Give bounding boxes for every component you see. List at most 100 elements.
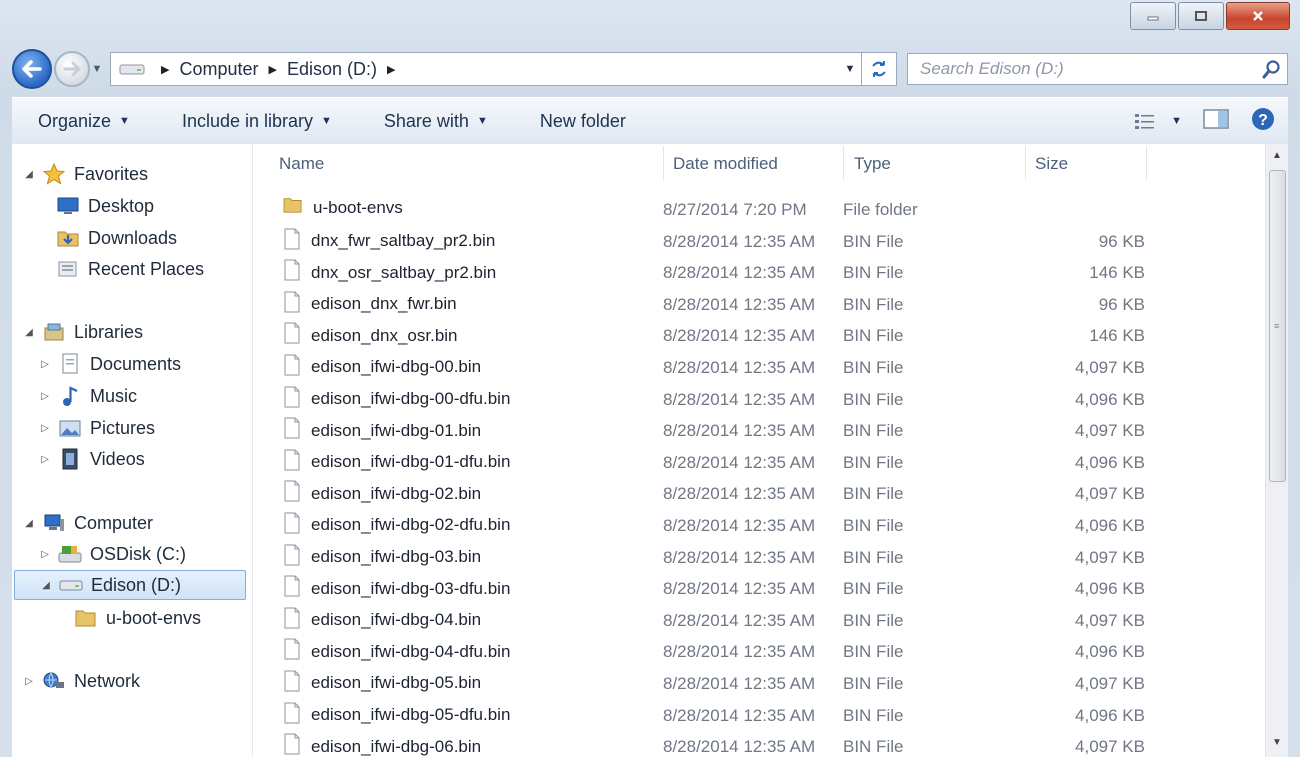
collapse-arrow-icon[interactable]: ◢: [24, 169, 34, 180]
nav-downloads[interactable]: Downloads: [56, 223, 177, 253]
collapse-arrow-icon[interactable]: ◢: [24, 327, 34, 338]
expand-arrow-icon[interactable]: ▷: [40, 359, 50, 370]
column-header-name[interactable]: Name: [279, 154, 324, 174]
refresh-button[interactable]: [862, 52, 897, 86]
file-type: BIN File: [843, 452, 904, 472]
file-row[interactable]: u-boot-envs 8/27/2014 7:20 PM File folder: [253, 192, 1288, 224]
file-name-cell[interactable]: edison_ifwi-dbg-00.bin: [283, 354, 481, 381]
nav-videos[interactable]: ▷ Videos: [40, 444, 145, 474]
file-name-cell[interactable]: edison_ifwi-dbg-03-dfu.bin: [283, 575, 510, 602]
nav-pictures[interactable]: ▷ Pictures: [40, 413, 155, 443]
minimize-button[interactable]: [1130, 2, 1176, 30]
breadcrumb-separator[interactable]: ▶: [161, 63, 169, 76]
include-in-library-menu[interactable]: Include in library ▼: [156, 111, 358, 132]
file-name-cell[interactable]: edison_ifwi-dbg-00-dfu.bin: [283, 386, 510, 413]
nav-computer[interactable]: ◢ Computer: [24, 508, 153, 538]
expand-arrow-icon[interactable]: ▷: [40, 391, 50, 402]
collapse-arrow-icon[interactable]: ◢: [41, 580, 51, 591]
search-button[interactable]: [1257, 59, 1287, 79]
file-row[interactable]: edison_dnx_fwr.bin 8/28/2014 12:35 AM BIN …: [253, 287, 1288, 319]
column-divider[interactable]: [1025, 146, 1026, 180]
preview-pane-button[interactable]: [1202, 108, 1230, 135]
file-name-cell[interactable]: edison_ifwi-dbg-04-dfu.bin: [283, 638, 510, 665]
share-with-menu[interactable]: Share with ▼: [358, 111, 514, 132]
file-row[interactable]: edison_ifwi-dbg-05-dfu.bin 8/28/2014 12:3…: [253, 698, 1288, 730]
expand-arrow-icon[interactable]: ▷: [24, 676, 34, 687]
file-row[interactable]: edison_ifwi-dbg-02.bin 8/28/2014 12:35 AM…: [253, 476, 1288, 508]
nav-documents[interactable]: ▷ Documents: [40, 349, 181, 379]
nav-desktop[interactable]: Desktop: [56, 191, 154, 221]
file-name-cell[interactable]: edison_ifwi-dbg-02-dfu.bin: [283, 512, 510, 539]
file-name-cell[interactable]: dnx_fwr_saltbay_pr2.bin: [283, 228, 495, 255]
help-button[interactable]: ?: [1250, 106, 1276, 137]
file-row[interactable]: edison_ifwi-dbg-04-dfu.bin 8/28/2014 12:3…: [253, 634, 1288, 666]
organize-menu[interactable]: Organize ▼: [12, 111, 156, 132]
file-row[interactable]: dnx_osr_saltbay_pr2.bin 8/28/2014 12:35 A…: [253, 255, 1288, 287]
column-divider[interactable]: [1146, 146, 1147, 180]
file-name-cell[interactable]: edison_ifwi-dbg-03.bin: [283, 544, 481, 571]
nav-recent-places[interactable]: Recent Places: [56, 254, 204, 284]
file-name-cell[interactable]: u-boot-envs: [283, 196, 403, 219]
expand-arrow-icon[interactable]: ▷: [40, 454, 50, 465]
file-row[interactable]: edison_ifwi-dbg-01.bin 8/28/2014 12:35 AM…: [253, 413, 1288, 445]
nav-music[interactable]: ▷ Music: [40, 381, 137, 411]
back-button[interactable]: [12, 49, 52, 89]
file-row[interactable]: edison_ifwi-dbg-01-dfu.bin 8/28/2014 12:3…: [253, 445, 1288, 477]
nav-libraries[interactable]: ◢ Libraries: [24, 317, 143, 347]
change-view-button[interactable]: ▼: [1133, 111, 1182, 131]
collapse-arrow-icon[interactable]: ◢: [24, 518, 34, 529]
file-row[interactable]: dnx_fwr_saltbay_pr2.bin 8/28/2014 12:35 A…: [253, 224, 1288, 256]
file-row[interactable]: edison_ifwi-dbg-06.bin 8/28/2014 12:35 AM…: [253, 729, 1288, 757]
breadcrumb-edison[interactable]: Edison (D:): [287, 59, 377, 80]
file-name-cell[interactable]: edison_ifwi-dbg-02.bin: [283, 480, 481, 507]
file-name-cell[interactable]: edison_dnx_osr.bin: [283, 322, 458, 349]
nav-u-boot-envs[interactable]: u-boot-envs: [74, 603, 201, 633]
file-row[interactable]: edison_ifwi-dbg-04.bin 8/28/2014 12:35 AM…: [253, 603, 1288, 635]
column-header-size[interactable]: Size: [1035, 154, 1068, 174]
file-name-cell[interactable]: edison_ifwi-dbg-01-dfu.bin: [283, 449, 510, 476]
file-row[interactable]: edison_ifwi-dbg-02-dfu.bin 8/28/2014 12:3…: [253, 508, 1288, 540]
organize-label: Organize: [38, 110, 112, 131]
recent-pages-dropdown[interactable]: ▼: [90, 54, 104, 84]
breadcrumb-separator[interactable]: ▶: [269, 63, 277, 76]
search-input[interactable]: [918, 58, 1257, 80]
vertical-scrollbar[interactable]: ▲ ≡ ▼: [1265, 144, 1288, 757]
file-row[interactable]: edison_ifwi-dbg-03-dfu.bin 8/28/2014 12:3…: [253, 571, 1288, 603]
address-bar[interactable]: ▶ Computer ▶ Edison (D:) ▶ ▼: [110, 52, 862, 86]
maximize-button[interactable]: [1178, 2, 1224, 30]
file-name-cell[interactable]: edison_ifwi-dbg-01.bin: [283, 417, 481, 444]
file-row[interactable]: edison_ifwi-dbg-00-dfu.bin 8/28/2014 12:3…: [253, 382, 1288, 414]
file-name-cell[interactable]: dnx_osr_saltbay_pr2.bin: [283, 259, 496, 286]
column-header-type[interactable]: Type: [854, 154, 891, 174]
nav-osdisk[interactable]: ▷ OSDisk (C:): [40, 539, 186, 569]
file-name-cell[interactable]: edison_ifwi-dbg-05.bin: [283, 670, 481, 697]
file-name: u-boot-envs: [313, 197, 403, 217]
column-divider[interactable]: [663, 146, 664, 180]
file-row[interactable]: edison_dnx_osr.bin 8/28/2014 12:35 AM BIN …: [253, 318, 1288, 350]
nav-edison[interactable]: ◢ Edison (D:): [14, 570, 246, 600]
expand-arrow-icon[interactable]: ▷: [40, 423, 50, 434]
address-history-dropdown[interactable]: ▼: [838, 53, 861, 85]
file-name-cell[interactable]: edison_dnx_fwr.bin: [283, 291, 457, 318]
column-header-date-modified[interactable]: Date modified: [673, 154, 778, 174]
scroll-up-arrow-icon[interactable]: ▲: [1266, 146, 1288, 166]
expand-arrow-icon[interactable]: ▷: [40, 549, 50, 560]
close-button[interactable]: [1226, 2, 1290, 30]
breadcrumb-separator[interactable]: ▶: [387, 63, 395, 76]
forward-button[interactable]: [54, 51, 90, 87]
nav-network[interactable]: ▷ Network: [24, 666, 140, 696]
scrollbar-thumb[interactable]: ≡: [1269, 170, 1286, 482]
scroll-down-arrow-icon[interactable]: ▼: [1266, 733, 1288, 753]
breadcrumb-computer[interactable]: Computer: [179, 59, 258, 80]
file-row[interactable]: edison_ifwi-dbg-00.bin 8/28/2014 12:35 AM…: [253, 350, 1288, 382]
new-folder-button[interactable]: New folder: [514, 111, 652, 132]
file-icon: [283, 417, 301, 444]
file-row[interactable]: edison_ifwi-dbg-03.bin 8/28/2014 12:35 AM…: [253, 540, 1288, 572]
file-name-cell[interactable]: edison_ifwi-dbg-04.bin: [283, 607, 481, 634]
column-divider[interactable]: [843, 146, 844, 180]
file-name-cell[interactable]: edison_ifwi-dbg-05-dfu.bin: [283, 702, 510, 729]
file-name-cell[interactable]: edison_ifwi-dbg-06.bin: [283, 733, 481, 757]
desktop-icon: [56, 195, 80, 217]
nav-favorites[interactable]: ◢ Favorites: [24, 159, 148, 189]
file-row[interactable]: edison_ifwi-dbg-05.bin 8/28/2014 12:35 AM…: [253, 666, 1288, 698]
